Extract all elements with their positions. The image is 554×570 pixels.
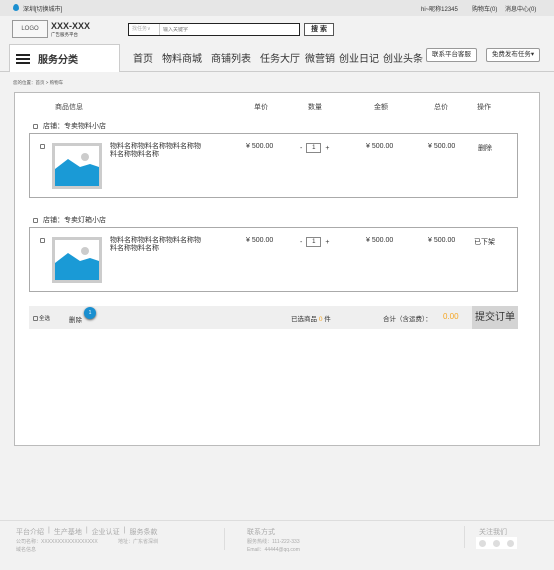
footer-link-certification[interactable]: 企业认证 (92, 527, 120, 537)
total-amount: 0.00 (443, 312, 459, 321)
service-category-menu[interactable]: 服务分类 (9, 44, 120, 72)
store-name: 店铺：专卖灯箱小店 (43, 217, 106, 224)
store-header: 店铺：专卖物料小店 (33, 121, 106, 131)
search-button[interactable]: 搜 索 (304, 23, 334, 36)
item-total: ¥ 500.00 (428, 143, 456, 150)
email: Email：44444@qq.com (247, 547, 300, 553)
col-product-info: 商品信息 (55, 104, 83, 111)
search-bar: 找任务∨ (128, 23, 300, 36)
footer-link-about[interactable]: 平台介绍 (16, 527, 44, 537)
nav-startup-diary[interactable]: 创业日记 (339, 50, 379, 65)
category-label: 服务分类 (38, 55, 78, 66)
publish-task-button[interactable]: 免费发布任务▾ (486, 48, 540, 62)
cart-summary-bar: 全选 删除 1 已选商品 0 件 合计（含运费）： 0.00 提交订单 (29, 306, 518, 329)
logo[interactable]: LOGO (12, 20, 48, 38)
social-icons (476, 537, 517, 549)
submit-order-button[interactable]: 提交订单 (472, 306, 518, 329)
product-image-icon (52, 143, 102, 189)
quantity-stepper: -1 + (300, 143, 329, 153)
qq-icon[interactable] (479, 539, 487, 547)
qty-plus-button[interactable]: + (325, 145, 329, 152)
total-label: 合计（含运费）： (383, 316, 432, 323)
brand-slogan: 广告服务平台 (51, 32, 78, 37)
nav-material-mall[interactable]: 物料商城 (162, 50, 202, 65)
company-address: 地址：广东省深圳 (118, 539, 159, 545)
brand-name: XXX-XXX (51, 21, 91, 31)
store-name: 店铺：专卖物料小店 (43, 123, 106, 130)
product-image-icon (52, 237, 102, 283)
nav-startup-headlines[interactable]: 创业头条 (383, 50, 423, 65)
quantity-stepper: -1 + (300, 237, 329, 247)
col-amount: 金额 (374, 104, 388, 111)
footer-separator (224, 528, 225, 550)
top-bar (0, 0, 554, 16)
footer-link-production[interactable]: 生产基地 (54, 527, 82, 537)
col-total: 总价 (434, 104, 448, 111)
unit-price: ¥ 500.00 (246, 143, 274, 150)
item-checkbox[interactable] (40, 144, 45, 149)
contact-support-button[interactable]: 联系平台客服 (426, 48, 477, 62)
notification-badge: 1 (84, 307, 96, 319)
nav-micro-marketing[interactable]: 微营销 (305, 50, 335, 65)
wechat-icon[interactable] (492, 539, 500, 547)
qty-minus-button[interactable]: - (300, 239, 302, 246)
product-name[interactable]: 物料名称物料名称物料名称物料名称物料名称 (110, 143, 205, 159)
unit-price: ¥ 500.00 (246, 237, 274, 244)
location-pin-icon (13, 4, 19, 11)
item-amount: ¥ 500.00 (366, 237, 394, 244)
message-center-link[interactable]: 消息中心(0) (505, 4, 536, 13)
weibo-icon[interactable] (506, 539, 514, 547)
store-header: 店铺：专卖灯箱小店 (33, 215, 106, 225)
footer-divider (0, 520, 554, 521)
footer-links: 平台介绍 | 生产基地 | 企业认证 | 服务条款 (16, 527, 158, 537)
col-quantity: 数量 (308, 104, 322, 111)
cart-item: 物料名称物料名称物料名称物料名称物料名称 ¥ 500.00 -1 + ¥ 500.… (29, 133, 518, 198)
user-nickname[interactable]: hi~昵称12345 (421, 4, 458, 13)
item-checkbox[interactable] (40, 238, 45, 243)
qty-input[interactable]: 1 (306, 143, 322, 153)
hamburger-icon (16, 53, 30, 64)
col-unit-price: 单价 (254, 104, 268, 111)
select-all[interactable]: 全选 (33, 314, 50, 322)
delete-item-link[interactable]: 删除 (478, 143, 492, 153)
company-name: 公司名称：XXXXXXXXXXXXXXXXX (16, 539, 98, 545)
city-switch-link[interactable]: 深圳[切换城市] (23, 4, 62, 13)
qty-plus-button[interactable]: + (325, 239, 329, 246)
item-status: 已下架 (474, 239, 495, 246)
follow-us-title: 关注我们 (479, 529, 507, 536)
qty-input[interactable]: 1 (306, 237, 322, 247)
col-action: 操作 (477, 104, 491, 111)
item-total: ¥ 500.00 (428, 237, 456, 244)
delete-selected-button[interactable]: 删除 (69, 314, 82, 324)
qty-minus-button[interactable]: - (300, 145, 302, 152)
main-nav: 首页 物料商城 商铺列表 任务大厅 微营销 创业日记 创业头条 (133, 50, 423, 65)
product-name[interactable]: 物料名称物料名称物料名称物料名称物料名称 (110, 237, 205, 253)
footer-link-terms[interactable]: 服务条款 (129, 527, 157, 537)
hotline: 服务热线：111-222-333 (247, 539, 300, 545)
breadcrumb: 您的位置：首页 > 购物车 (13, 80, 64, 85)
store-checkbox[interactable] (33, 123, 38, 129)
store-checkbox[interactable] (33, 217, 38, 223)
nav-home[interactable]: 首页 (133, 50, 153, 65)
nav-task-hall[interactable]: 任务大厅 (260, 50, 300, 65)
contact-title: 联系方式 (247, 529, 275, 536)
cart-link[interactable]: 购物车(0) (472, 4, 497, 13)
nav-shop-list[interactable]: 商铺列表 (211, 50, 251, 65)
cart-item: 物料名称物料名称物料名称物料名称物料名称 ¥ 500.00 -1 + ¥ 500.… (29, 227, 518, 292)
search-type-select[interactable]: 找任务∨ (129, 24, 160, 35)
domain-info: 域名信息 (16, 547, 37, 553)
item-amount: ¥ 500.00 (366, 143, 394, 150)
selected-count: 已选商品 0 件 (291, 316, 331, 323)
footer-separator (464, 526, 465, 548)
search-input[interactable] (160, 26, 290, 33)
